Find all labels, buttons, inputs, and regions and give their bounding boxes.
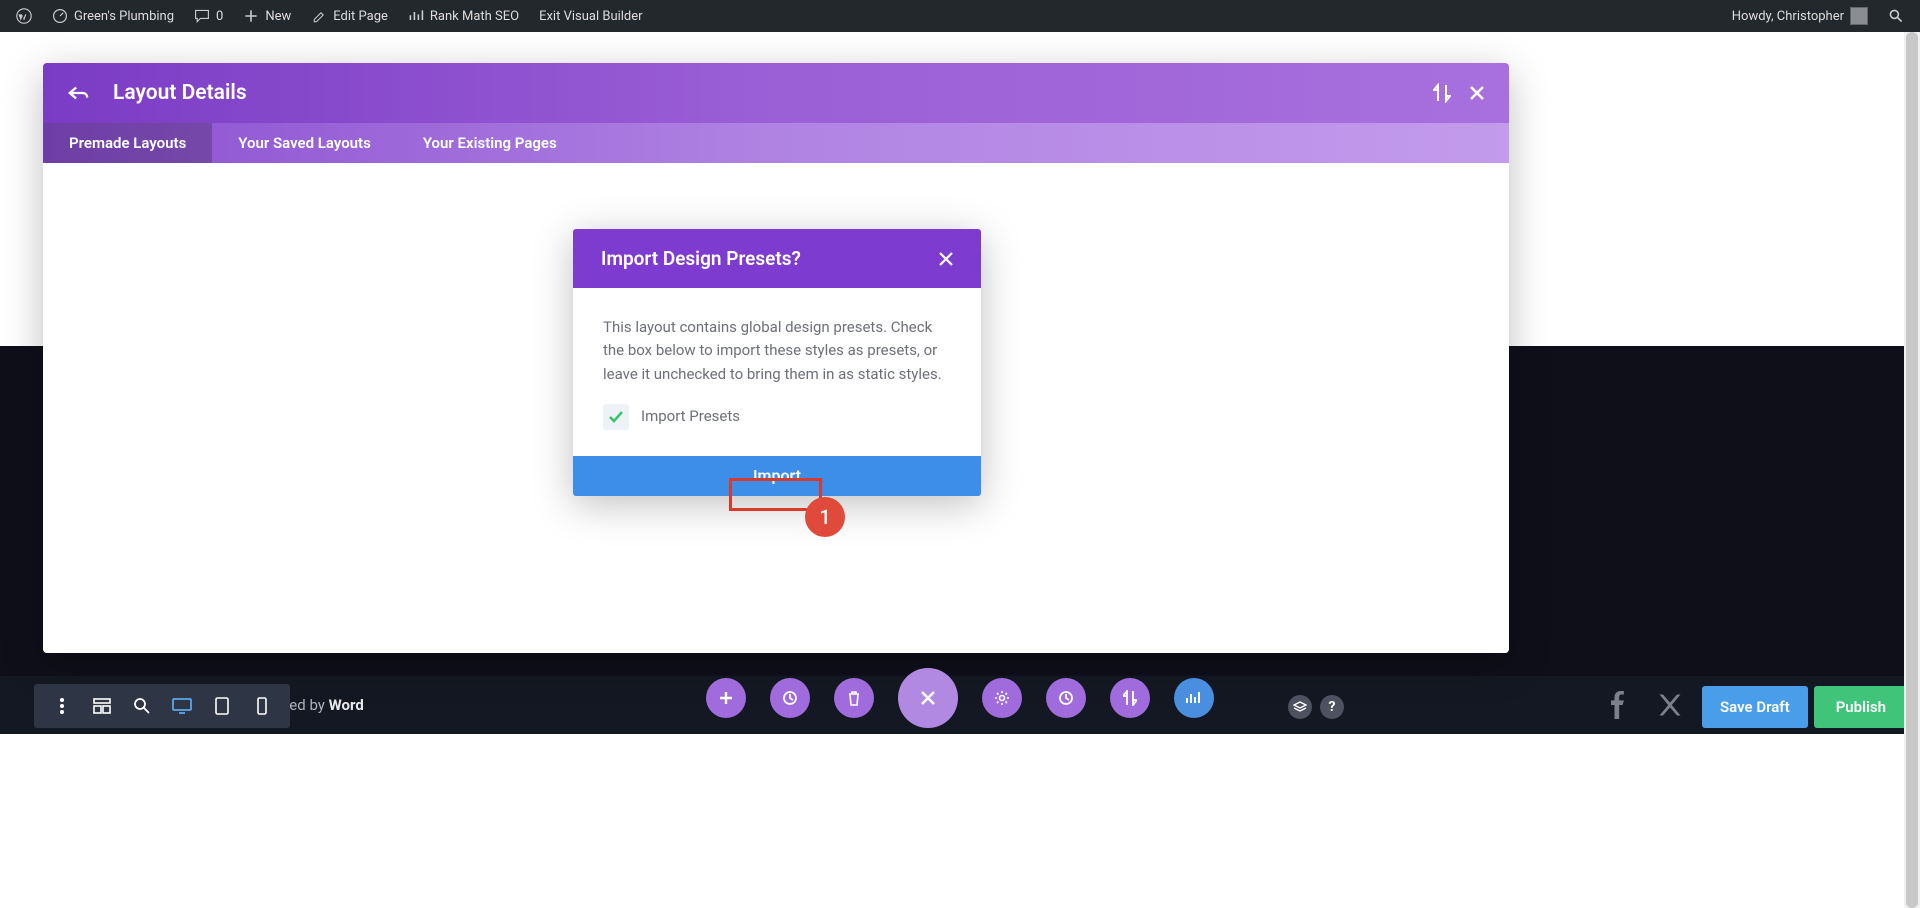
exit-vb-label: Exit Visual Builder xyxy=(539,9,642,24)
annotation-badge: 1 xyxy=(805,497,845,537)
edit-page-link[interactable]: Edit Page xyxy=(303,0,396,32)
rank-math-link[interactable]: Rank Math SEO xyxy=(400,0,527,32)
howdy-label: Howdy, Christopher xyxy=(1732,9,1844,24)
phone-view-button[interactable] xyxy=(242,686,282,726)
site-name-label: Green's Plumbing xyxy=(74,9,174,24)
tab-saved-layouts[interactable]: Your Saved Layouts xyxy=(212,123,397,163)
clear-layout-button[interactable] xyxy=(834,678,874,718)
import-presets-dialog: Import Design Presets? This layout conta… xyxy=(573,229,981,496)
import-presets-checkbox[interactable] xyxy=(603,404,629,430)
comments-count: 0 xyxy=(216,9,223,24)
page-settings-button[interactable] xyxy=(770,678,810,718)
add-section-button[interactable] xyxy=(706,678,746,718)
admin-bar-left: Green's Plumbing 0 New Edit Page Rank Ma… xyxy=(8,0,651,32)
publish-button[interactable]: Publish xyxy=(1814,686,1908,728)
import-presets-row: Import Presets xyxy=(603,404,951,430)
user-avatar xyxy=(1850,7,1868,25)
panel-close-icon[interactable] xyxy=(1469,85,1485,101)
dialog-text: This layout contains global design prese… xyxy=(603,316,951,386)
check-icon xyxy=(609,411,623,423)
dashboard-icon xyxy=(52,8,68,24)
rank-math-circle-button[interactable] xyxy=(1174,678,1214,718)
import-button[interactable]: Import xyxy=(573,456,981,496)
wp-logo[interactable] xyxy=(8,0,40,32)
desktop-view-button[interactable] xyxy=(162,686,202,726)
admin-bar-right: Howdy, Christopher xyxy=(1724,0,1912,32)
edit-page-label: Edit Page xyxy=(333,9,388,24)
dialog-header: Import Design Presets? xyxy=(573,229,981,288)
tab-premade-layouts[interactable]: Premade Layouts xyxy=(43,123,212,163)
wp-admin-bar: Green's Plumbing 0 New Edit Page Rank Ma… xyxy=(0,0,1920,32)
panel-header: Layout Details xyxy=(43,63,1509,123)
builder-save-actions: Save Draft Publish xyxy=(1702,686,1908,728)
panel-title: Layout Details xyxy=(113,81,1415,105)
pencil-icon xyxy=(311,8,327,24)
rank-math-label: Rank Math SEO xyxy=(430,9,519,24)
panel-tabs: Premade Layouts Your Saved Layouts Your … xyxy=(43,123,1509,163)
page-scrollbar-thumb[interactable] xyxy=(1906,32,1918,908)
help-badges: ? xyxy=(1288,695,1344,719)
layers-badge[interactable] xyxy=(1288,695,1312,719)
wireframe-view-button[interactable] xyxy=(82,686,122,726)
portability-button[interactable] xyxy=(1110,678,1150,718)
builder-bottom-bar: Save Draft Publish xyxy=(0,676,1920,734)
howdy-user[interactable]: Howdy, Christopher xyxy=(1724,0,1876,32)
annotation-number: 1 xyxy=(819,505,830,529)
comment-icon xyxy=(194,8,210,24)
tab-existing-label: Your Existing Pages xyxy=(423,134,557,152)
plus-icon xyxy=(243,8,259,24)
history-button[interactable] xyxy=(1046,678,1086,718)
tab-existing-pages[interactable]: Your Existing Pages xyxy=(397,123,583,163)
dialog-close-icon[interactable] xyxy=(939,252,953,266)
chart-icon xyxy=(408,8,424,24)
new-content-link[interactable]: New xyxy=(235,0,299,32)
toggle-builder-button[interactable] xyxy=(898,668,958,728)
settings-gear-button[interactable] xyxy=(982,678,1022,718)
builder-center-actions xyxy=(706,668,1214,728)
import-presets-label: Import Presets xyxy=(641,405,740,428)
import-button-label: Import xyxy=(753,466,801,485)
tab-premade-label: Premade Layouts xyxy=(69,134,186,152)
save-draft-button[interactable]: Save Draft xyxy=(1702,686,1808,728)
panel-back-button[interactable] xyxy=(67,84,89,102)
dialog-body: This layout contains global design prese… xyxy=(573,288,981,456)
search-icon xyxy=(1888,8,1904,24)
page-scrollbar[interactable] xyxy=(1904,32,1920,908)
zoom-view-button[interactable] xyxy=(122,686,162,726)
publish-label: Publish xyxy=(1836,698,1886,716)
wordpress-icon xyxy=(16,8,32,24)
dialog-title: Import Design Presets? xyxy=(601,247,801,270)
responsive-toolbar xyxy=(34,684,290,728)
exit-visual-builder[interactable]: Exit Visual Builder xyxy=(531,0,650,32)
comments-link[interactable]: 0 xyxy=(186,0,231,32)
search-toggle[interactable] xyxy=(1880,0,1912,32)
menu-dots-button[interactable] xyxy=(42,686,82,726)
import-export-icon[interactable] xyxy=(1433,83,1451,103)
tab-saved-label: Your Saved Layouts xyxy=(238,134,371,152)
site-name-link[interactable]: Green's Plumbing xyxy=(44,0,182,32)
help-badge[interactable]: ? xyxy=(1320,695,1344,719)
tablet-view-button[interactable] xyxy=(202,686,242,726)
save-draft-label: Save Draft xyxy=(1720,698,1790,716)
new-label: New xyxy=(265,9,291,24)
